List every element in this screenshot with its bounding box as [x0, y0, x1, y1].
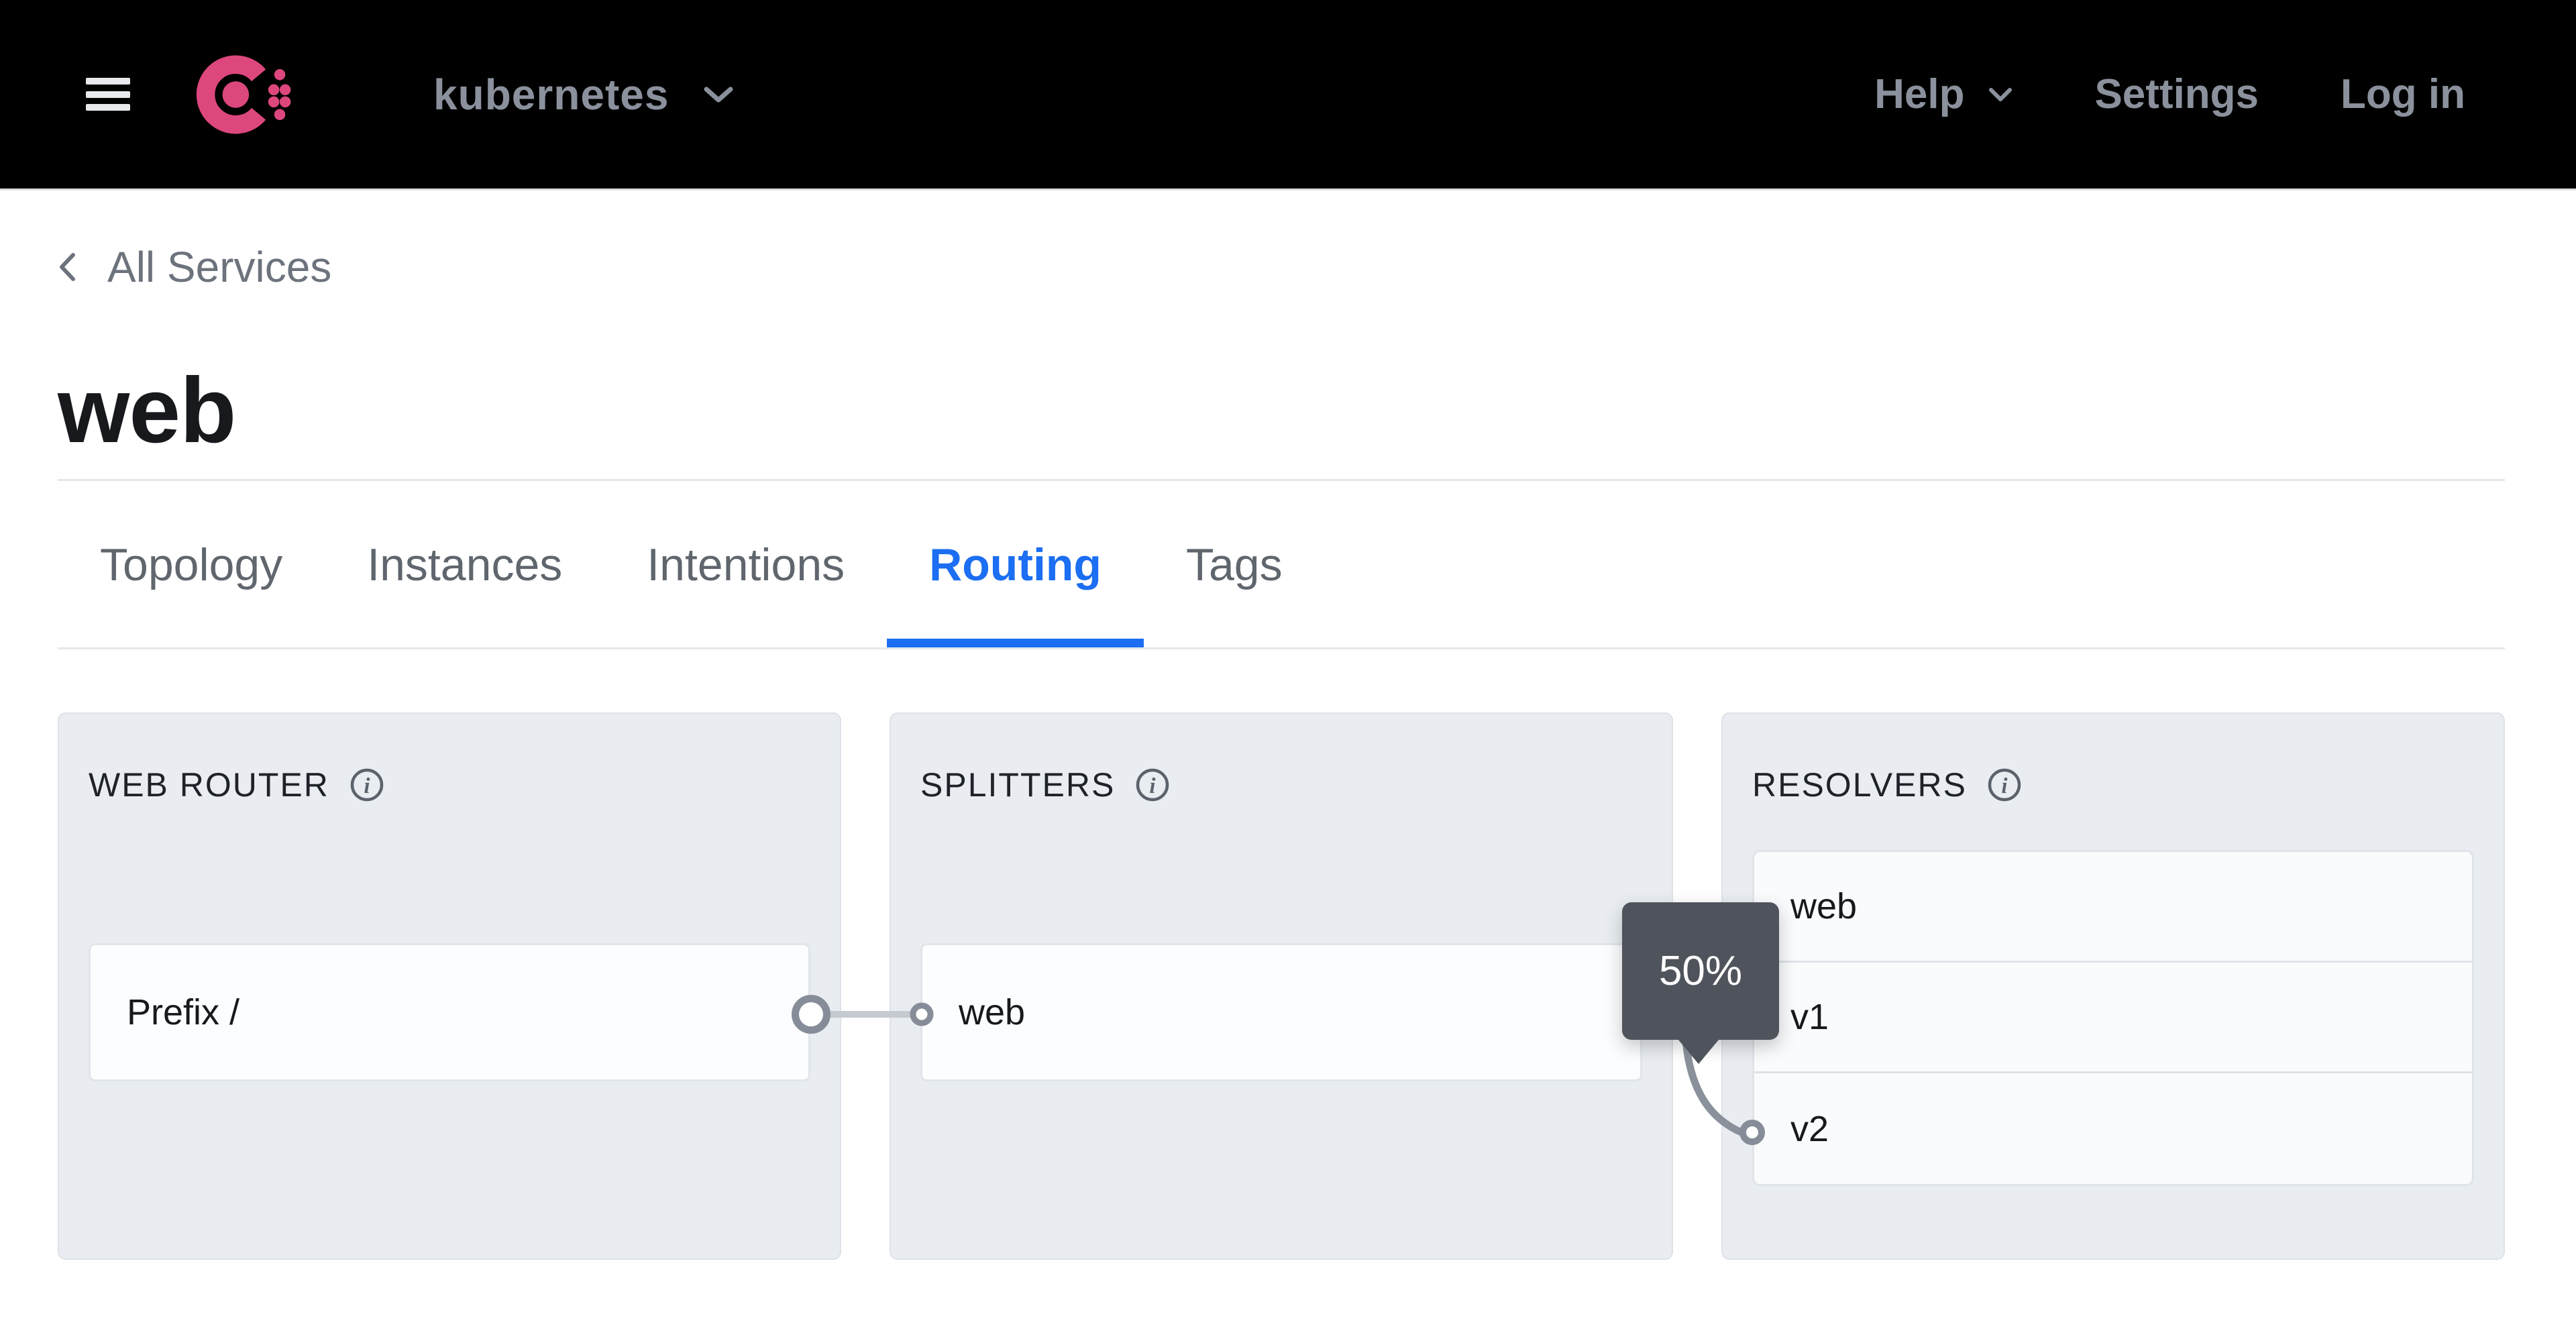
resolver-card: web v1 v2	[1752, 850, 2474, 1186]
consul-logo-icon	[192, 37, 307, 152]
tab-instances[interactable]: Instances	[325, 481, 604, 647]
settings-link[interactable]: Settings	[2094, 70, 2259, 118]
split-percentage-tooltip: 50%	[1622, 902, 1779, 1040]
datacenter-selector[interactable]: kubernetes	[433, 70, 733, 119]
help-menu[interactable]: Help	[1874, 70, 2012, 118]
login-label: Log in	[2341, 70, 2465, 118]
tab-tags[interactable]: Tags	[1144, 481, 1325, 647]
splitters-title-label: SPLITTERS	[920, 765, 1115, 805]
svg-text:i: i	[364, 774, 371, 798]
chevron-left-icon	[58, 252, 76, 282]
main-content: All Services web Topology Instances Inte…	[0, 242, 2576, 1260]
info-icon[interactable]: i	[350, 767, 384, 802]
tab-topology[interactable]: Topology	[58, 481, 325, 647]
settings-label: Settings	[2094, 70, 2259, 118]
tab-routing[interactable]: Routing	[887, 481, 1144, 647]
resolver-label: web	[1790, 886, 1857, 927]
splitters-panel: SPLITTERS i web	[890, 712, 1673, 1260]
resolver-label: v2	[1790, 1108, 1829, 1150]
svg-text:i: i	[1150, 774, 1157, 798]
web-router-panel: WEB ROUTER i Prefix /	[58, 712, 841, 1260]
resolver-label: v1	[1790, 996, 1829, 1038]
resolvers-panel: RESOLVERS i web v1 v2	[1721, 712, 2505, 1260]
splitter-card[interactable]: web	[920, 943, 1642, 1081]
page-title: web	[58, 357, 2505, 464]
help-label: Help	[1874, 70, 1964, 118]
breadcrumb-all-services[interactable]: All Services	[58, 242, 2505, 292]
login-button[interactable]: Log in	[2341, 70, 2465, 118]
tab-bar: Topology Instances Intentions Routing Ta…	[58, 481, 2505, 649]
tab-intentions[interactable]: Intentions	[604, 481, 887, 647]
chevron-down-icon	[1988, 87, 2012, 103]
menu-icon[interactable]	[86, 78, 130, 111]
web-router-panel-title: WEB ROUTER i	[89, 765, 384, 805]
svg-text:i: i	[2001, 774, 2008, 798]
info-icon[interactable]: i	[1135, 767, 1170, 802]
breadcrumb-label: All Services	[107, 242, 331, 292]
routing-panels: WEB ROUTER i Prefix / SPLITTERS i web	[58, 712, 2505, 1260]
header-nav: Help Settings Log in	[1874, 70, 2465, 118]
chevron-down-icon	[704, 85, 733, 104]
info-icon[interactable]: i	[1987, 767, 2022, 802]
router-rule-label: Prefix /	[127, 992, 239, 1033]
splitter-label: web	[959, 992, 1025, 1033]
app-header: kubernetes Help Settings Log in	[0, 0, 2576, 191]
resolver-row-v1[interactable]: v1	[1754, 963, 2472, 1073]
resolvers-title-label: RESOLVERS	[1752, 765, 1967, 805]
resolvers-panel-title: RESOLVERS i	[1752, 765, 2022, 805]
splitters-panel-title: SPLITTERS i	[920, 765, 1170, 805]
datacenter-name: kubernetes	[433, 70, 669, 119]
split-percentage-value: 50%	[1659, 947, 1742, 995]
resolver-row-v2[interactable]: v2	[1754, 1073, 2472, 1184]
resolver-row-web[interactable]: web	[1754, 852, 2472, 963]
web-router-title-label: WEB ROUTER	[89, 765, 329, 805]
router-rule-card[interactable]: Prefix /	[89, 943, 810, 1081]
